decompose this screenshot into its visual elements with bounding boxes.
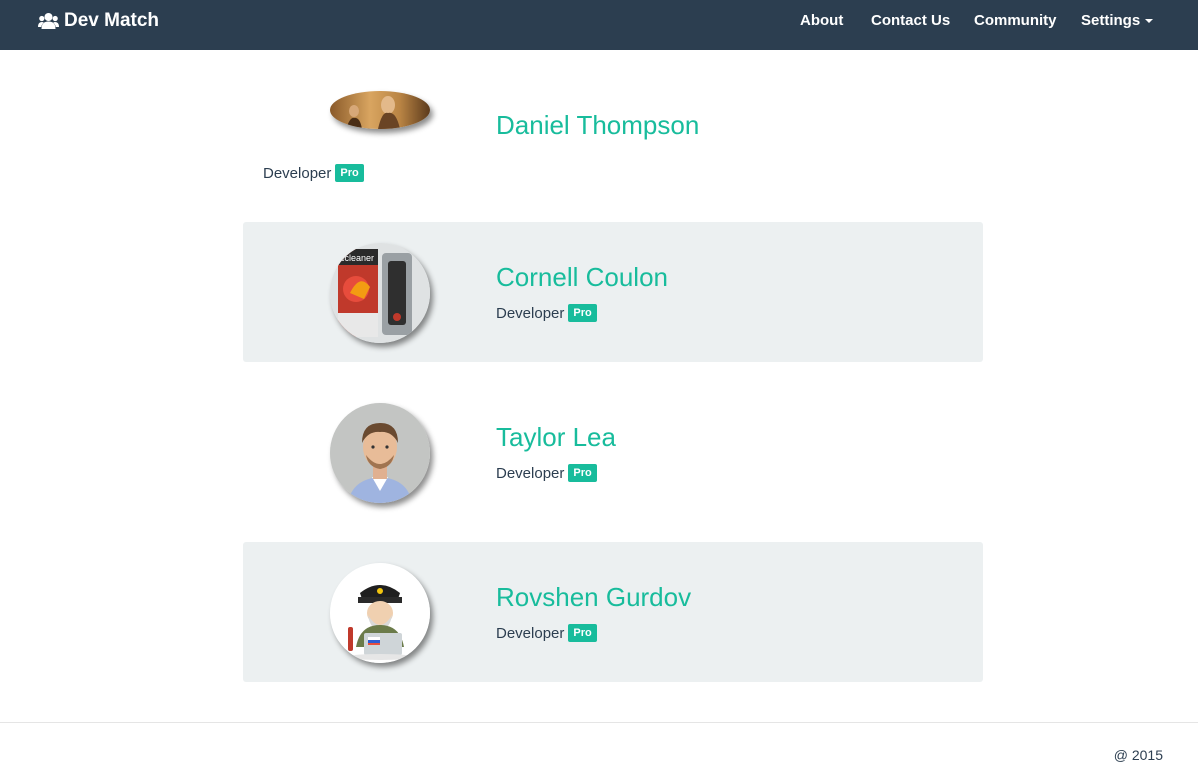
footer-copyright: @ 2015 xyxy=(1113,747,1163,763)
profile-name[interactable]: Taylor Lea xyxy=(496,422,616,453)
role-label: Developer xyxy=(496,304,565,322)
nav-community[interactable]: Community xyxy=(974,12,1057,29)
pro-badge: Pro xyxy=(568,304,597,322)
avatar[interactable]: ccleaner xyxy=(330,243,430,343)
brand-label: Dev Match xyxy=(64,10,160,31)
profile-card: Developer Pro Daniel Thompson xyxy=(243,70,983,210)
brand-link[interactable]: Dev Match xyxy=(38,9,159,33)
role-label: Developer xyxy=(496,624,565,642)
role-label: Developer xyxy=(496,464,565,482)
caret-down-icon xyxy=(1145,19,1154,24)
pro-badge: Pro xyxy=(335,164,364,182)
nav-settings-dropdown[interactable]: Settings xyxy=(1081,12,1154,29)
profile-card: ccleaner Cornell Coulon Developer Pro xyxy=(243,222,983,362)
profile-name[interactable]: Daniel Thompson xyxy=(496,110,699,141)
svg-text:ccleaner: ccleaner xyxy=(340,253,374,263)
nav-settings-label: Settings xyxy=(1081,12,1141,29)
footer-divider xyxy=(0,722,1198,723)
profile-role: Developer Pro xyxy=(496,624,597,642)
navbar: Dev Match About Contact Us Community Set… xyxy=(0,0,1198,50)
role-label: Developer xyxy=(263,164,332,182)
profile-name[interactable]: Rovshen Gurdov xyxy=(496,582,691,613)
nav-contact-us[interactable]: Contact Us xyxy=(871,12,950,29)
profile-role: Developer Pro xyxy=(496,304,597,322)
nav-about[interactable]: About xyxy=(800,12,843,29)
avatar[interactable] xyxy=(330,403,430,503)
profile-card: Taylor Lea Developer Pro xyxy=(243,382,983,522)
profile-role: Developer Pro xyxy=(496,464,597,482)
avatar[interactable] xyxy=(330,563,430,663)
profile-name[interactable]: Cornell Coulon xyxy=(496,262,668,293)
profile-card: Rovshen Gurdov Developer Pro xyxy=(243,542,983,682)
pro-badge: Pro xyxy=(568,464,597,482)
users-icon xyxy=(38,12,59,30)
pro-badge: Pro xyxy=(568,624,597,642)
avatar[interactable] xyxy=(330,91,430,129)
profile-role: Developer Pro xyxy=(263,164,364,182)
